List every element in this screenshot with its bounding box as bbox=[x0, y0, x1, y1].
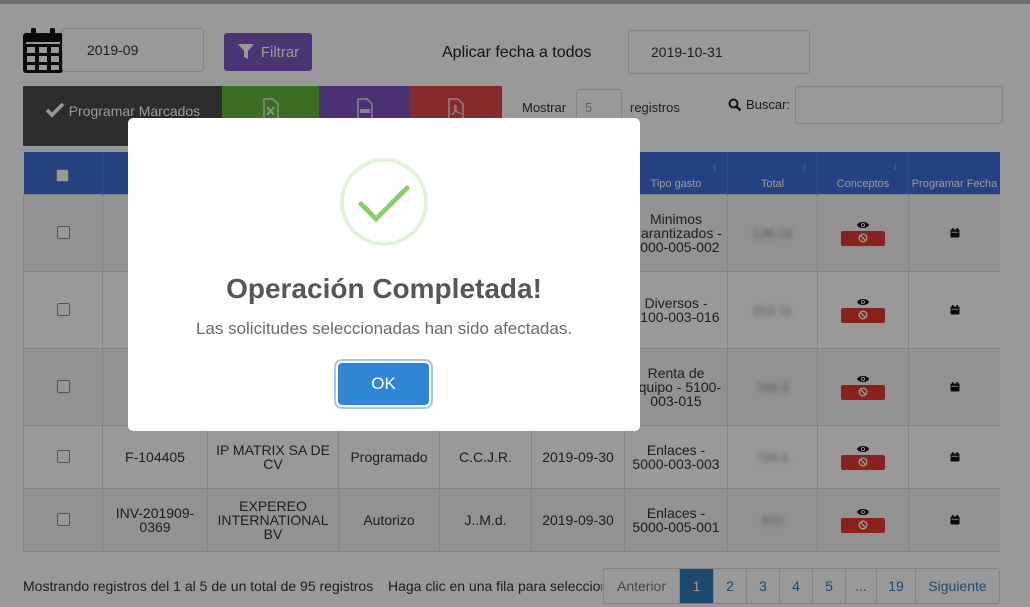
ok-button[interactable]: OK bbox=[338, 363, 429, 405]
dialog-message: Las solicitudes seleccionadas han sido a… bbox=[195, 319, 573, 338]
success-dialog: Operación Completada! Las solicitudes se… bbox=[128, 118, 640, 431]
success-check-icon bbox=[340, 158, 428, 246]
dialog-title: Operación Completada! bbox=[226, 273, 542, 304]
